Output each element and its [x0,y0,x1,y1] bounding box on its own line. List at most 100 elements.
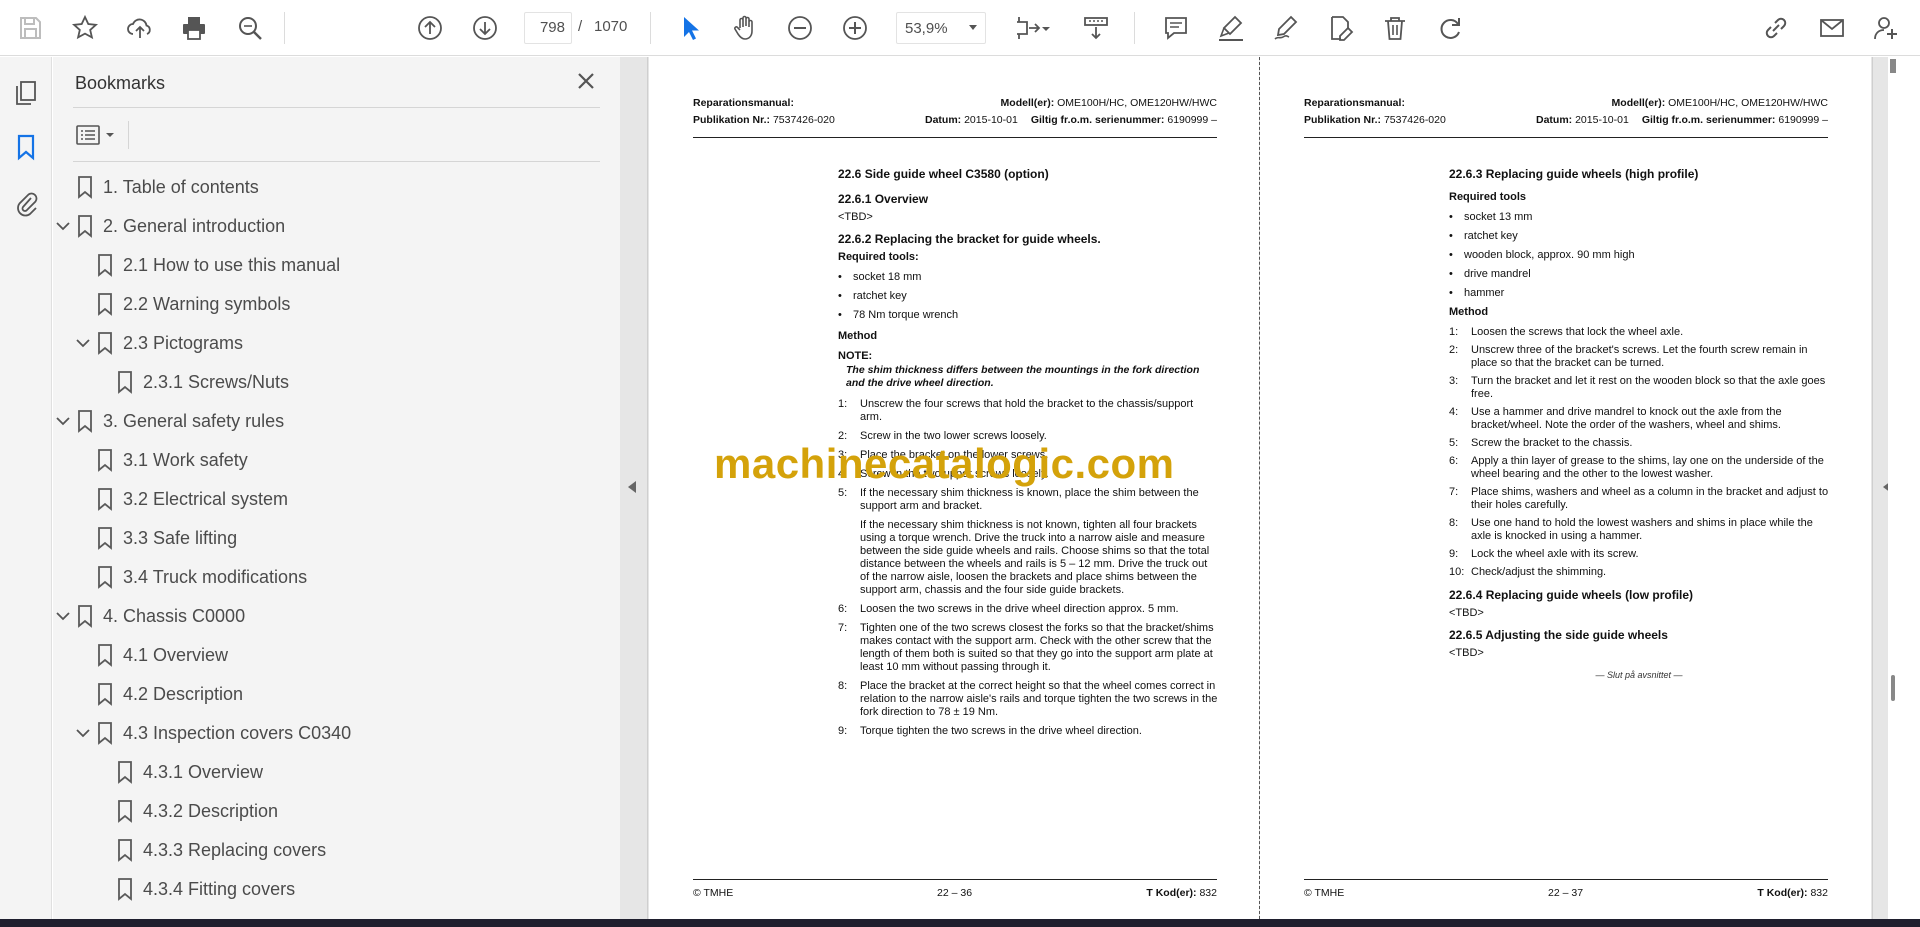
upload-icon[interactable] [122,10,158,46]
bookmark-label: 4.3 Inspection covers C0340 [123,723,352,743]
chevron-down-icon[interactable] [1036,10,1056,46]
chevron-down-icon[interactable] [55,413,71,429]
scroll-mode-icon[interactable] [1078,10,1114,46]
bookmark-item[interactable]: 4. Chassis C0000 [53,597,593,636]
bookmark-item[interactable]: 4.2 Description [53,675,593,714]
divider [73,161,600,162]
step-extra-text: If the necessary shim thickness is not k… [860,519,1210,596]
bookmark-item[interactable]: 2.3 Pictograms [53,324,593,363]
bookmark-item[interactable]: 3.2 Electrical system [53,480,593,519]
bookmark-label: 4.3.2 Description [143,801,279,821]
bookmark-item[interactable]: 4.1 Overview [53,636,593,675]
attachment-icon[interactable] [10,187,42,219]
print-icon[interactable] [176,10,212,46]
highlight-icon[interactable] [1213,10,1249,46]
bookmark-item[interactable]: 3.1 Work safety [53,441,593,480]
page-header: Reparationsmanual: Modell(er): OME100H/H… [693,97,1217,131]
step-number: 7: [1449,486,1459,498]
step-number: 8: [1449,517,1459,529]
manual-label: Reparationsmanual: [1304,97,1405,109]
section-heading: 22.6 Side guide wheel C3580 (option) [838,167,1049,181]
footer-code-label: T Kod(er): [1146,887,1197,899]
step-number: 7: [838,622,848,634]
model-value: OME100H/HC, OME120HW/HWC [1668,97,1828,109]
pub-label: Publikation Nr.: [693,114,771,126]
document-scrollbar[interactable] [1888,57,1900,919]
bookmark-icon [98,449,112,472]
subsection-heading: 22.6.1 Overview [838,192,929,206]
zoom-out-icon[interactable] [782,10,818,46]
zoom-search-icon[interactable] [232,10,268,46]
star-icon[interactable] [67,10,103,46]
bookmark-label: 4.3.1 Overview [143,762,264,782]
zoom-in-icon[interactable] [837,10,873,46]
page-up-icon[interactable] [412,10,448,46]
step-text: Loosen the screws that lock the wheel ax… [1471,326,1684,338]
tbd-text: <TBD> [1449,647,1484,659]
method-steps: 1: Loosen the screws that lock the wheel … [1449,326,1829,579]
step-text: Unscrew three of the bracket's screws. L… [1471,344,1808,369]
bookmark-item[interactable]: 4.3.4 Fitting covers [53,870,593,909]
step-number: 9: [1449,548,1459,560]
sign-icon[interactable] [1268,10,1304,46]
bookmark-label: 4.3.4 Fitting covers [143,879,296,899]
bookmark-item[interactable]: 1. Table of contents [53,168,593,207]
hand-icon[interactable] [727,10,763,46]
bookmark-label: 2.3 Pictograms [123,333,244,353]
bookmark-item[interactable]: 2. General introduction [53,207,593,246]
save-icon[interactable] [12,10,48,46]
share-link-icon[interactable] [1758,10,1794,46]
page-number-input[interactable]: 798 [524,12,572,44]
step-number: 5: [838,487,848,499]
subsection-heading: 22.6.2 Replacing the bracket for guide w… [838,232,1101,246]
close-icon[interactable] [572,67,600,95]
scrollbar-thumb[interactable] [1891,675,1895,701]
bookmark-item[interactable]: 4.3.1 Overview [53,753,593,792]
chevron-down-icon[interactable] [55,218,71,234]
select-cursor-icon[interactable] [672,10,708,46]
bookmark-item[interactable]: 4.3.3 Replacing covers [53,831,593,870]
step-number: 9: [838,725,848,737]
step-item: 6: Apply a thin layer of grease to the sh… [1449,455,1829,481]
zoom-level-select[interactable]: 53,9% [896,12,986,44]
chevron-down-icon[interactable] [55,608,71,624]
bookmark-item[interactable]: 2.1 How to use this manual [53,246,593,285]
chevron-down-icon[interactable] [75,335,91,351]
collapse-left-handle[interactable] [620,57,648,919]
bookmark-item[interactable]: 2.3.1 Screws/Nuts [53,363,593,402]
pub-label: Publikation Nr.: [1304,114,1382,126]
footer-page-number: 22 – 37 [1548,887,1584,899]
serial-label: Giltig fr.o.m. serienummer: [1030,114,1165,126]
bookmark-label: 4.2 Description [123,684,244,704]
page-footer: © TMHE 22 – 37 T Kod(er): 832 [1304,887,1828,901]
bookmark-item[interactable]: 4.3.2 Description [53,792,593,831]
bookmark-panel-icon[interactable] [10,131,42,163]
edit-icon[interactable] [1322,10,1358,46]
bookmark-icon [98,722,112,745]
rotate-icon[interactable] [1432,10,1468,46]
bookmark-item[interactable]: 2.2 Warning symbols [53,285,593,324]
note-text: The shim thickness differs between the m… [846,364,1200,389]
bookmark-item[interactable]: 3.4 Truck modifications [53,558,593,597]
pages-thumbnail-icon[interactable] [10,77,42,109]
bookmark-icon [118,371,132,394]
bookmark-item[interactable]: 3. General safety rules [53,402,593,441]
page-down-icon[interactable] [467,10,503,46]
bookmark-options-button[interactable] [73,119,119,151]
comment-icon[interactable] [1158,10,1194,46]
chevron-left-icon [628,481,636,493]
tools-list: socket 13 mm ratchet key wooden block, app… [1449,211,1829,300]
chevron-down-icon[interactable] [75,725,91,741]
delete-icon[interactable] [1377,10,1413,46]
toolbar-separator [1134,12,1135,44]
email-icon[interactable] [1814,10,1850,46]
footer-code-label: T Kod(er): [1757,887,1808,899]
bookmark-item[interactable]: 4.3 Inspection covers C0340 [53,714,593,753]
bookmark-label: 3.1 Work safety [123,450,248,470]
user-icon[interactable] [1868,10,1904,46]
step-text: Place shims, washers and wheel as a colu… [1471,486,1829,511]
bookmark-icon [118,800,132,823]
page-separator: / [578,18,583,35]
bookmark-item[interactable]: 3.3 Safe lifting [53,519,593,558]
footer-copyright: © TMHE [1304,887,1345,899]
